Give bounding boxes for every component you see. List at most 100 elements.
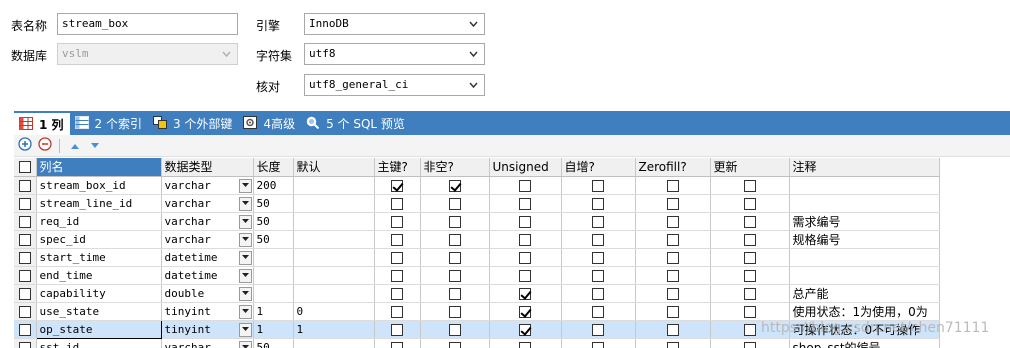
column-not-null-cell[interactable] bbox=[420, 338, 490, 348]
header-pk[interactable]: 主键? bbox=[374, 158, 421, 177]
pk-checkbox[interactable] bbox=[391, 323, 403, 336]
column-name-cell[interactable]: req_id bbox=[36, 212, 162, 231]
collation-select[interactable]: utf8_general_ci bbox=[304, 74, 485, 96]
update-checkbox[interactable] bbox=[743, 233, 756, 246]
unsigned-checkbox[interactable] bbox=[519, 269, 531, 282]
column-not-null-cell[interactable] bbox=[420, 230, 490, 249]
pk-checkbox[interactable] bbox=[391, 233, 403, 246]
column-default-cell[interactable] bbox=[293, 284, 375, 303]
header-update[interactable]: 更新 bbox=[710, 158, 790, 177]
tab-advanced[interactable]: 4高级 bbox=[238, 111, 301, 135]
auto-inc-checkbox[interactable] bbox=[592, 341, 604, 348]
unsigned-checkbox[interactable] bbox=[519, 215, 531, 228]
table-row[interactable]: start_time datetime bbox=[14, 248, 940, 267]
unsigned-checkbox[interactable] bbox=[519, 287, 531, 300]
zerofill-checkbox[interactable] bbox=[666, 251, 679, 264]
table-row[interactable]: stream_box_id varchar 200 bbox=[14, 176, 940, 195]
header-unsigned[interactable]: Unsigned bbox=[489, 158, 562, 177]
type-dropdown-button[interactable] bbox=[238, 286, 252, 301]
column-type-cell[interactable]: datetime bbox=[161, 248, 254, 267]
column-comment-cell[interactable]: 规格编号 bbox=[789, 230, 940, 249]
pk-checkbox[interactable] bbox=[391, 215, 403, 228]
column-default-cell[interactable] bbox=[293, 248, 375, 267]
type-dropdown-button[interactable] bbox=[238, 268, 252, 283]
auto-inc-checkbox[interactable] bbox=[592, 215, 604, 228]
update-checkbox[interactable] bbox=[743, 179, 756, 192]
column-type-cell[interactable]: varchar bbox=[161, 212, 254, 231]
update-checkbox[interactable] bbox=[743, 287, 756, 300]
column-not-null-cell[interactable] bbox=[420, 302, 490, 321]
column-type-cell[interactable]: datetime bbox=[161, 266, 254, 285]
auto-inc-checkbox[interactable] bbox=[592, 305, 604, 318]
column-name-cell[interactable]: stream_box_id bbox=[36, 176, 162, 195]
table-row[interactable]: sst_id varchar 50 shop_sst的编号 bbox=[14, 338, 940, 348]
column-auto-inc-cell[interactable] bbox=[561, 194, 636, 213]
column-name-cell[interactable]: spec_id bbox=[36, 230, 162, 249]
update-checkbox[interactable] bbox=[743, 341, 756, 348]
zerofill-checkbox[interactable] bbox=[666, 323, 679, 336]
pk-checkbox[interactable] bbox=[391, 305, 403, 318]
column-update-cell[interactable] bbox=[710, 338, 790, 348]
zerofill-checkbox[interactable] bbox=[666, 233, 679, 246]
pk-checkbox[interactable] bbox=[391, 179, 403, 192]
column-comment-cell[interactable]: 需求编号 bbox=[789, 212, 940, 231]
table-name-input[interactable]: stream_box bbox=[57, 13, 238, 35]
column-type-cell[interactable]: tinyint bbox=[161, 320, 254, 339]
select-all-checkbox[interactable] bbox=[18, 161, 31, 174]
move-down-button[interactable] bbox=[86, 137, 104, 155]
column-pk-cell[interactable] bbox=[374, 230, 421, 249]
tab-indexes[interactable]: 2 个索引 bbox=[70, 111, 148, 135]
table-row[interactable]: capability double 总产能 bbox=[14, 284, 940, 303]
tab-columns[interactable]: 1 列 bbox=[14, 111, 70, 135]
not-null-checkbox[interactable] bbox=[448, 305, 461, 318]
column-auto-inc-cell[interactable] bbox=[561, 284, 636, 303]
column-pk-cell[interactable] bbox=[374, 194, 421, 213]
column-name-cell[interactable]: op_state bbox=[35, 319, 162, 339]
auto-inc-checkbox[interactable] bbox=[592, 197, 604, 210]
column-unsigned-cell[interactable] bbox=[489, 302, 562, 321]
column-auto-inc-cell[interactable] bbox=[561, 230, 636, 249]
column-type-cell[interactable]: varchar bbox=[161, 194, 254, 213]
column-zerofill-cell[interactable] bbox=[635, 266, 711, 285]
column-length-cell[interactable]: 50 bbox=[253, 338, 294, 348]
row-select-checkbox[interactable] bbox=[18, 323, 31, 336]
column-length-cell[interactable] bbox=[253, 284, 294, 303]
row-select-checkbox[interactable] bbox=[18, 179, 31, 192]
column-type-cell[interactable]: varchar bbox=[161, 338, 254, 348]
column-length-cell[interactable] bbox=[253, 248, 294, 267]
not-null-checkbox[interactable] bbox=[448, 233, 461, 246]
move-up-button[interactable] bbox=[66, 137, 84, 155]
column-name-cell[interactable]: sst_id bbox=[36, 338, 162, 348]
auto-inc-checkbox[interactable] bbox=[592, 269, 604, 282]
column-auto-inc-cell[interactable] bbox=[561, 248, 636, 267]
zerofill-checkbox[interactable] bbox=[666, 287, 679, 300]
not-null-checkbox[interactable] bbox=[448, 179, 461, 192]
row-select-cell[interactable] bbox=[14, 338, 37, 348]
column-length-cell[interactable]: 200 bbox=[253, 176, 294, 195]
column-zerofill-cell[interactable] bbox=[635, 284, 711, 303]
column-not-null-cell[interactable] bbox=[420, 284, 490, 303]
column-pk-cell[interactable] bbox=[374, 212, 421, 231]
row-select-checkbox[interactable] bbox=[18, 215, 31, 228]
column-length-cell[interactable] bbox=[253, 266, 294, 285]
header-length[interactable]: 长度 bbox=[253, 158, 294, 177]
column-default-cell[interactable]: 1 bbox=[293, 320, 375, 339]
column-length-cell[interactable]: 1 bbox=[253, 320, 294, 339]
zerofill-checkbox[interactable] bbox=[666, 341, 679, 348]
column-zerofill-cell[interactable] bbox=[635, 248, 711, 267]
column-default-cell[interactable] bbox=[293, 230, 375, 249]
column-auto-inc-cell[interactable] bbox=[561, 320, 636, 339]
column-not-null-cell[interactable] bbox=[420, 320, 490, 339]
column-not-null-cell[interactable] bbox=[420, 266, 490, 285]
column-comment-cell[interactable] bbox=[789, 194, 940, 213]
column-unsigned-cell[interactable] bbox=[489, 176, 562, 195]
column-unsigned-cell[interactable] bbox=[489, 284, 562, 303]
header-name[interactable]: 列名 bbox=[36, 158, 162, 177]
row-select-checkbox[interactable] bbox=[18, 305, 31, 318]
column-pk-cell[interactable] bbox=[374, 338, 421, 348]
unsigned-checkbox[interactable] bbox=[519, 179, 531, 192]
unsigned-checkbox[interactable] bbox=[519, 251, 531, 264]
row-select-cell[interactable] bbox=[14, 284, 37, 303]
column-update-cell[interactable] bbox=[710, 176, 790, 195]
pk-checkbox[interactable] bbox=[391, 287, 403, 300]
